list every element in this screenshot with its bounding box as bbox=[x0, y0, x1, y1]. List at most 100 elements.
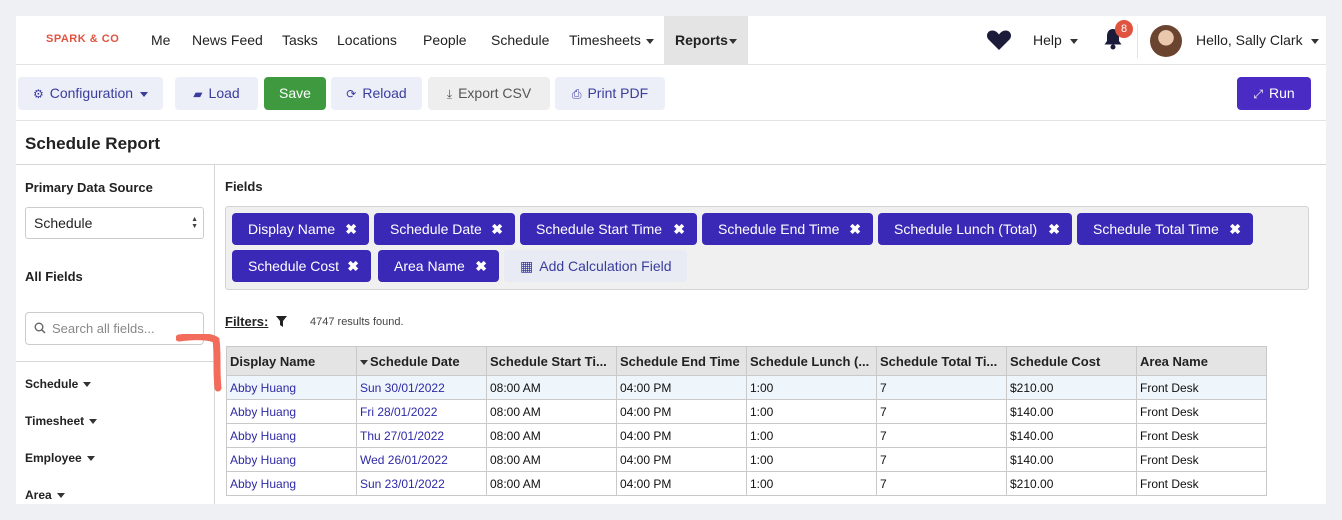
nav-item-timesheets[interactable]: Timesheets bbox=[569, 16, 654, 64]
table-row[interactable]: Abby Huang Fri 28/01/2022 08:00 AM 04:00… bbox=[226, 399, 1267, 424]
table-row[interactable]: Abby Huang Sun 23/01/2022 08:00 AM 04:00… bbox=[226, 471, 1267, 496]
table-row[interactable]: Abby Huang Sun 30/01/2022 08:00 AM 04:00… bbox=[226, 375, 1267, 400]
table-row[interactable]: Abby Huang Wed 26/01/2022 08:00 AM 04:00… bbox=[226, 447, 1267, 472]
primary-source-label: Primary Data Source bbox=[25, 180, 153, 195]
filter-icon[interactable] bbox=[276, 316, 287, 327]
nav-timesheets-label: Timesheets bbox=[569, 32, 641, 48]
run-label: Run bbox=[1268, 85, 1295, 101]
search-icon bbox=[34, 322, 46, 334]
nav-item-news-feed[interactable]: News Feed bbox=[192, 16, 263, 64]
cell-display-name[interactable]: Abby Huang bbox=[226, 447, 357, 472]
cell-schedule-date[interactable]: Thu 27/01/2022 bbox=[356, 423, 487, 448]
cell-lunch: 1:00 bbox=[746, 471, 877, 496]
reload-label: Reload bbox=[362, 85, 407, 101]
cell-start-time: 08:00 AM bbox=[486, 471, 617, 496]
group-area[interactable]: Area bbox=[25, 488, 65, 502]
cell-area-name: Front Desk bbox=[1136, 423, 1267, 448]
column-header-sorted[interactable]: Schedule Date bbox=[356, 346, 487, 376]
cell-start-time: 08:00 AM bbox=[486, 423, 617, 448]
field-chip-schedule-cost[interactable]: Schedule Cost ✖ bbox=[232, 250, 371, 282]
cell-schedule-date[interactable]: Sun 23/01/2022 bbox=[356, 471, 487, 496]
cell-cost: $140.00 bbox=[1006, 447, 1137, 472]
nav-divider bbox=[1137, 24, 1138, 58]
add-calculation-field-button[interactable]: ▦ Add Calculation Field bbox=[504, 250, 687, 282]
cell-end-time: 04:00 PM bbox=[616, 423, 747, 448]
chip-label: Area Name bbox=[394, 258, 465, 274]
cell-lunch: 1:00 bbox=[746, 375, 877, 400]
nav-item-people[interactable]: People bbox=[423, 16, 467, 64]
user-menu[interactable]: Hello, Sally Clark bbox=[1196, 16, 1319, 64]
nav-item-locations[interactable]: Locations bbox=[337, 16, 397, 64]
folder-open-icon: ▰ bbox=[193, 87, 203, 101]
column-header-label: Schedule Date bbox=[370, 353, 460, 369]
cell-display-name[interactable]: Abby Huang bbox=[226, 375, 357, 400]
chevron-down-icon bbox=[89, 419, 98, 425]
nav-item-tasks[interactable]: Tasks bbox=[282, 16, 318, 64]
nav-item-reports[interactable]: Reports bbox=[664, 16, 748, 64]
primary-source-select[interactable]: Schedule ▲ ▼ bbox=[25, 207, 204, 239]
chevron-down-icon bbox=[1310, 38, 1319, 44]
download-icon: ⤓ bbox=[446, 87, 453, 101]
column-header[interactable]: Schedule Lunch (... bbox=[746, 346, 877, 376]
filters-link[interactable]: Filters: bbox=[225, 314, 268, 329]
close-icon[interactable]: ✖ bbox=[673, 213, 685, 245]
print-pdf-button[interactable]: ⎙ Print PDF bbox=[555, 77, 665, 110]
avatar[interactable] bbox=[1150, 25, 1182, 57]
group-employee-label: Employee bbox=[25, 451, 82, 465]
field-chip-schedule-total-time[interactable]: Schedule Total Time ✖ bbox=[1077, 213, 1253, 245]
cell-schedule-date[interactable]: Fri 28/01/2022 bbox=[356, 399, 487, 424]
field-chip-schedule-lunch[interactable]: Schedule Lunch (Total) ✖ bbox=[878, 213, 1072, 245]
close-icon[interactable]: ✖ bbox=[347, 250, 359, 282]
help-menu[interactable]: Help bbox=[1033, 16, 1078, 64]
load-button[interactable]: ▰ Load bbox=[175, 77, 258, 110]
group-timesheet[interactable]: Timesheet bbox=[25, 414, 98, 428]
nav-item-me[interactable]: Me bbox=[151, 16, 170, 64]
cell-schedule-date[interactable]: Sun 30/01/2022 bbox=[356, 375, 487, 400]
field-chip-display-name[interactable]: Display Name ✖ bbox=[232, 213, 369, 245]
cell-display-name[interactable]: Abby Huang bbox=[226, 423, 357, 448]
cell-lunch: 1:00 bbox=[746, 447, 877, 472]
configuration-button[interactable]: ⚙ Configuration bbox=[18, 77, 163, 110]
close-icon[interactable]: ✖ bbox=[491, 213, 503, 245]
cell-start-time: 08:00 AM bbox=[486, 375, 617, 400]
selected-fields-box: Display Name ✖ Schedule Date ✖ Schedule St… bbox=[225, 206, 1309, 290]
column-header[interactable]: Schedule Cost bbox=[1006, 346, 1137, 376]
group-employee[interactable]: Employee bbox=[25, 451, 95, 465]
field-chip-schedule-end-time[interactable]: Schedule End Time ✖ bbox=[702, 213, 873, 245]
export-csv-button[interactable]: ⤓ Export CSV bbox=[428, 77, 550, 110]
close-icon[interactable]: ✖ bbox=[849, 213, 861, 245]
chevron-down-icon bbox=[1069, 38, 1078, 44]
run-button[interactable]: ⤢ Run bbox=[1237, 77, 1311, 110]
nav-item-schedule[interactable]: Schedule bbox=[491, 16, 549, 64]
cell-display-name[interactable]: Abby Huang bbox=[226, 399, 357, 424]
field-chip-area-name[interactable]: Area Name ✖ bbox=[378, 250, 499, 282]
close-icon[interactable]: ✖ bbox=[345, 213, 357, 245]
cell-schedule-date[interactable]: Wed 26/01/2022 bbox=[356, 447, 487, 472]
group-schedule[interactable]: Schedule bbox=[25, 377, 92, 391]
field-chip-schedule-start-time[interactable]: Schedule Start Time ✖ bbox=[520, 213, 697, 245]
close-icon[interactable]: ✖ bbox=[1229, 213, 1241, 245]
search-placeholder: Search all fields... bbox=[52, 321, 155, 336]
chevron-down-icon bbox=[140, 91, 149, 97]
brand-logo[interactable]: SPARK & CO bbox=[46, 33, 119, 45]
chip-label: Schedule Total Time bbox=[1093, 221, 1219, 237]
cell-end-time: 04:00 PM bbox=[616, 375, 747, 400]
column-header[interactable]: Schedule End Time bbox=[616, 346, 747, 376]
report-table: Display Name Schedule Date Schedule Star… bbox=[226, 346, 1267, 496]
heart-icon[interactable] bbox=[986, 29, 1012, 51]
printer-icon: ⎙ bbox=[571, 87, 582, 101]
cell-start-time: 08:00 AM bbox=[486, 399, 617, 424]
cell-display-name[interactable]: Abby Huang bbox=[226, 471, 357, 496]
save-button[interactable]: Save bbox=[264, 77, 326, 110]
column-header[interactable]: Display Name bbox=[226, 346, 357, 376]
reload-button[interactable]: ⟳ Reload bbox=[331, 77, 422, 110]
chevron-down-icon bbox=[56, 493, 65, 499]
column-header[interactable]: Schedule Start Ti... bbox=[486, 346, 617, 376]
column-header[interactable]: Area Name bbox=[1136, 346, 1267, 376]
close-icon[interactable]: ✖ bbox=[1048, 213, 1060, 245]
table-row[interactable]: Abby Huang Thu 27/01/2022 08:00 AM 04:00… bbox=[226, 423, 1267, 448]
column-header[interactable]: Schedule Total Ti... bbox=[876, 346, 1007, 376]
close-icon[interactable]: ✖ bbox=[475, 250, 487, 282]
field-chip-schedule-date[interactable]: Schedule Date ✖ bbox=[374, 213, 515, 245]
all-fields-label: All Fields bbox=[25, 269, 83, 284]
